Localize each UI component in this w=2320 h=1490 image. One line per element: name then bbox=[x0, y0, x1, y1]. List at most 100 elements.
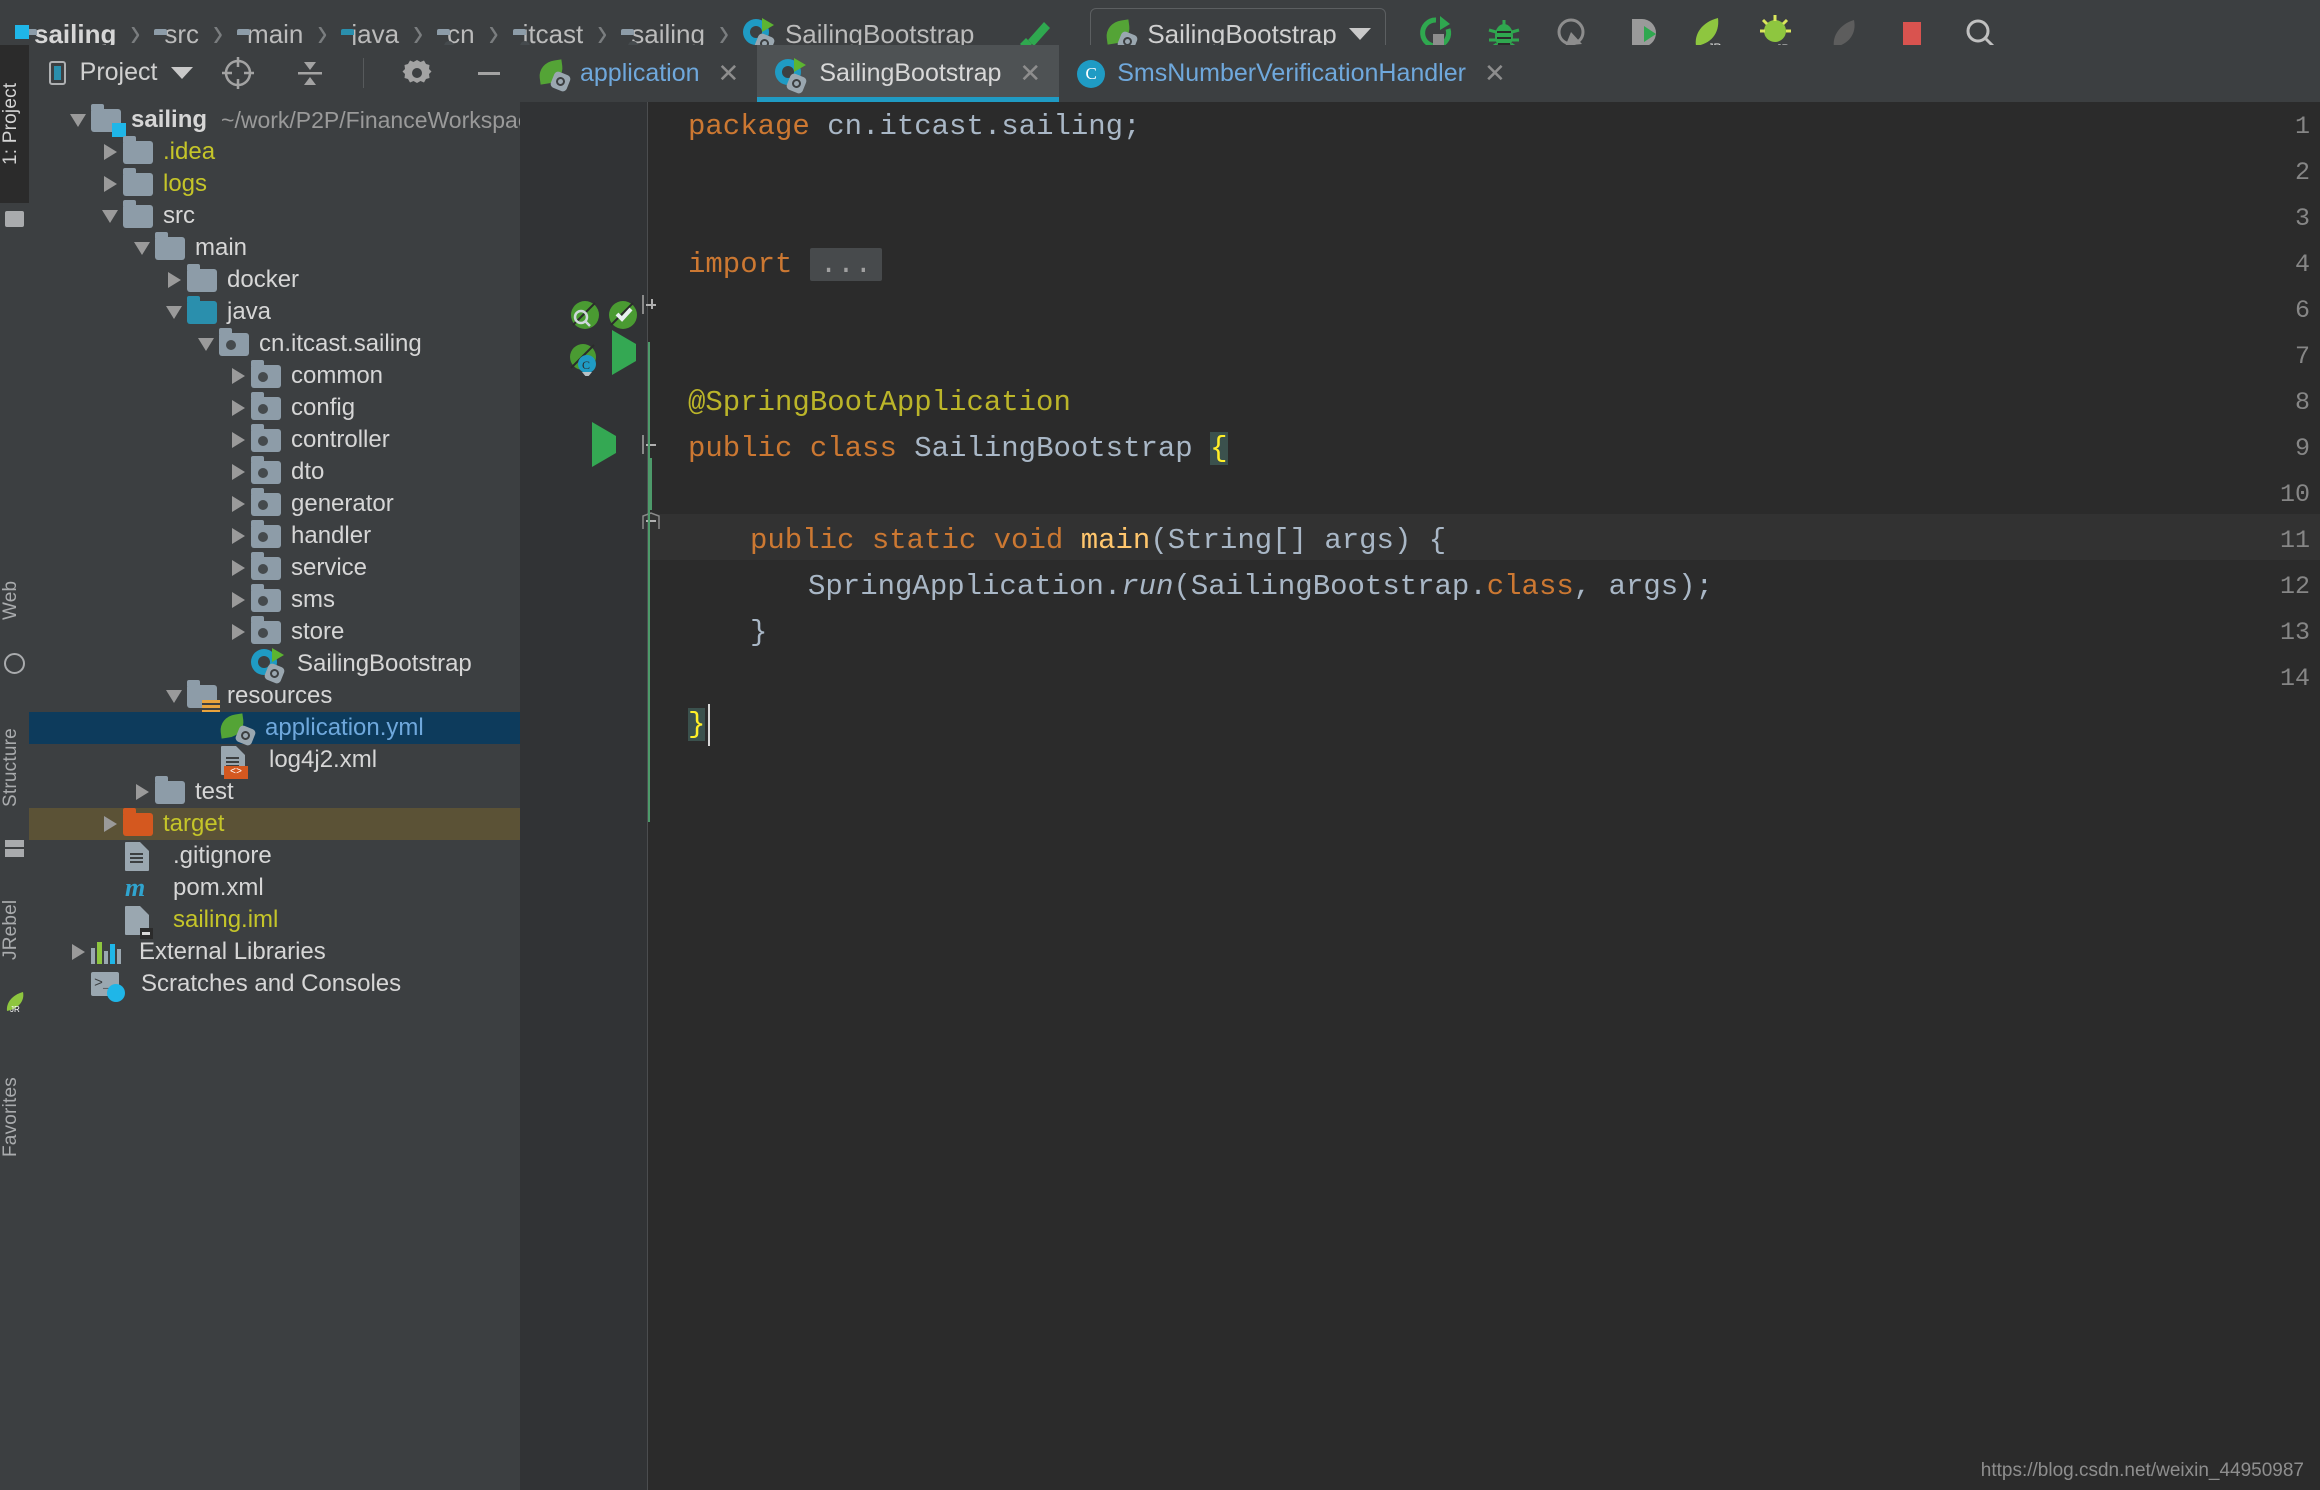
tree-node-scratches-and-consoles[interactable]: >_ Scratches and Consoles bbox=[29, 968, 520, 1002]
sidebar-item-web[interactable]: Web bbox=[0, 550, 29, 650]
run-gutter-icon[interactable] bbox=[612, 330, 646, 378]
tree-node-service[interactable]: service bbox=[29, 551, 520, 584]
tree-node-sms[interactable]: sms bbox=[29, 583, 520, 616]
spring-yaml-icon bbox=[537, 58, 572, 93]
tree-node-label: .gitignore bbox=[173, 842, 272, 869]
expand-toggle[interactable] bbox=[97, 808, 123, 840]
tree-node-cn-itcast-sailing[interactable]: cn.itcast.sailing bbox=[29, 327, 520, 360]
expand-toggle[interactable] bbox=[225, 360, 251, 392]
tab-smsnumberverificationhandler[interactable]: C SmsNumberVerificationHandler ✕ bbox=[1059, 45, 1524, 102]
run-gutter-icon[interactable] bbox=[592, 422, 626, 470]
tree-node-label: java bbox=[227, 298, 272, 325]
line-number: 9 bbox=[2294, 434, 2310, 463]
chevron-down-icon[interactable] bbox=[1348, 28, 1371, 40]
tool-window-label: Structure bbox=[0, 728, 21, 807]
tree-node-gitignore[interactable]: .gitignore bbox=[29, 840, 520, 872]
folder-icon bbox=[123, 199, 157, 228]
locate-in-tree-icon[interactable] bbox=[221, 56, 255, 90]
expand-toggle[interactable] bbox=[225, 584, 251, 616]
tree-node-label: controller bbox=[291, 426, 390, 453]
expand-toggle[interactable] bbox=[225, 392, 251, 424]
tree-node-target[interactable]: target bbox=[29, 807, 520, 840]
tree-node-log4j2-xml[interactable]: <> log4j2.xml bbox=[29, 744, 520, 779]
fold-end-icon[interactable] bbox=[642, 512, 664, 534]
tree-node-pom-xml[interactable]: m pom.xml bbox=[29, 872, 520, 904]
spring-config-check-icon[interactable] bbox=[606, 298, 640, 332]
tree-node-controller[interactable]: controller bbox=[29, 423, 520, 456]
tree-node-handler[interactable]: handler bbox=[29, 519, 520, 552]
tree-node-store[interactable]: store bbox=[29, 615, 520, 648]
expand-toggle[interactable] bbox=[161, 264, 187, 296]
tree-node-idea[interactable]: .idea bbox=[29, 135, 520, 168]
iml-file-icon bbox=[125, 905, 161, 939]
tree-node-docker[interactable]: docker bbox=[29, 263, 520, 296]
tab-label: application bbox=[580, 59, 700, 87]
project-tree[interactable]: sailing ~/work/P2P/FinanceWorkspace/sail… bbox=[29, 100, 614, 1490]
sidebar-item-structure[interactable]: Structure bbox=[0, 700, 29, 835]
tree-node-generator[interactable]: generator bbox=[29, 487, 520, 520]
tree-node-label: target bbox=[163, 810, 225, 837]
spring-boot-bean-icon[interactable]: C bbox=[568, 342, 602, 378]
sidebar-item-project[interactable]: 1: Project bbox=[0, 45, 29, 203]
collapsed-imports[interactable]: ... bbox=[809, 248, 883, 281]
expand-toggle[interactable] bbox=[97, 136, 123, 168]
code-token-keyword: class bbox=[809, 432, 897, 465]
tree-node-sailing[interactable]: sailing ~/work/P2P/FinanceWorkspace/sail… bbox=[29, 103, 614, 137]
tree-node-sailing-iml[interactable]: sailing.iml bbox=[29, 904, 520, 939]
expand-toggle[interactable] bbox=[129, 776, 155, 808]
matched-brace: } bbox=[688, 708, 706, 741]
expand-toggle[interactable] bbox=[161, 680, 187, 712]
tree-node-label: common bbox=[291, 362, 384, 389]
tree-node-logs[interactable]: logs bbox=[29, 167, 520, 200]
fold-expand-icon[interactable] bbox=[642, 295, 664, 318]
code-token-classname: SailingBootstrap bbox=[914, 432, 1193, 465]
folder-icon bbox=[155, 775, 189, 804]
collapse-all-icon[interactable] bbox=[293, 56, 327, 90]
tree-node-resources[interactable]: resources bbox=[29, 679, 520, 714]
close-icon[interactable]: ✕ bbox=[1019, 58, 1041, 89]
settings-gear-icon[interactable] bbox=[400, 56, 434, 90]
fold-collapse-icon[interactable] bbox=[642, 435, 664, 458]
tree-node-label: sms bbox=[291, 586, 335, 613]
project-panel-header: Project bbox=[29, 45, 520, 100]
sidebar-item-favorites[interactable]: Favorites bbox=[0, 1045, 29, 1190]
expand-toggle[interactable] bbox=[97, 168, 123, 200]
tree-node-src[interactable]: src bbox=[29, 199, 520, 232]
expand-toggle[interactable] bbox=[225, 424, 251, 456]
hide-panel-icon[interactable] bbox=[472, 56, 506, 90]
expand-toggle[interactable] bbox=[97, 200, 123, 232]
expand-toggle[interactable] bbox=[161, 296, 187, 328]
expand-toggle[interactable] bbox=[225, 520, 251, 552]
tree-node-common[interactable]: common bbox=[29, 359, 520, 392]
tree-node-label: src bbox=[163, 202, 195, 229]
spring-bean-search-icon[interactable] bbox=[568, 298, 602, 332]
package-icon bbox=[251, 583, 285, 612]
tree-node-application-yml[interactable]: application.yml bbox=[29, 712, 520, 747]
expand-toggle[interactable] bbox=[65, 936, 91, 968]
tree-node-label: resources bbox=[227, 682, 333, 709]
sidebar-item-jrebel[interactable]: JRebel bbox=[0, 875, 29, 985]
tree-node-label: Scratches and Consoles bbox=[141, 970, 402, 997]
expand-toggle[interactable] bbox=[225, 552, 251, 584]
tree-node-sailingbootstrap[interactable]: SailingBootstrap bbox=[29, 648, 520, 685]
expand-toggle[interactable] bbox=[65, 104, 91, 136]
close-icon[interactable]: ✕ bbox=[718, 58, 740, 89]
expand-toggle[interactable] bbox=[225, 488, 251, 520]
expand-toggle[interactable] bbox=[225, 456, 251, 488]
tree-node-config[interactable]: config bbox=[29, 391, 520, 424]
tree-node-java[interactable]: java bbox=[29, 295, 520, 328]
tab-sailingbootstrap[interactable]: SailingBootstrap ✕ bbox=[757, 45, 1060, 102]
chevron-down-icon[interactable] bbox=[171, 66, 194, 79]
tree-node-test[interactable]: test bbox=[29, 775, 520, 808]
close-icon[interactable]: ✕ bbox=[1484, 58, 1506, 89]
expand-toggle[interactable] bbox=[193, 328, 219, 360]
tree-node-main[interactable]: main bbox=[29, 231, 520, 264]
expand-toggle[interactable] bbox=[225, 616, 251, 648]
expand-toggle[interactable] bbox=[129, 232, 155, 264]
line-number: 8 bbox=[2294, 388, 2310, 417]
code-editor[interactable]: 1 2 3 4 6 7 8 9 10 11 12 13 14 C package… bbox=[520, 102, 2320, 1490]
tree-node-external-libraries[interactable]: External Libraries bbox=[29, 936, 520, 968]
tab-application[interactable]: application ✕ bbox=[520, 45, 757, 102]
tree-node-label: log4j2.xml bbox=[269, 746, 378, 773]
tree-node-dto[interactable]: dto bbox=[29, 455, 520, 488]
